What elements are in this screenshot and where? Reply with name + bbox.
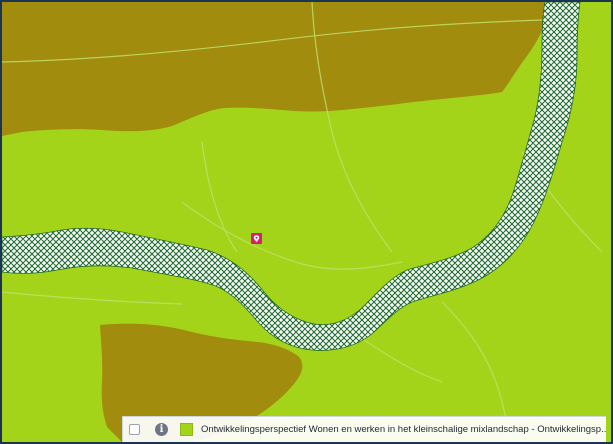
legend-label: Ontwikkelingsperspectief Wonen en werken… xyxy=(201,424,606,435)
legend-bar: i Ontwikkelingsperspectief Wonen en werk… xyxy=(122,416,606,442)
checkbox-icon[interactable] xyxy=(129,424,140,435)
location-pin-icon[interactable] xyxy=(251,233,262,244)
legend-color-swatch xyxy=(180,423,193,436)
map-canvas[interactable] xyxy=(2,2,613,444)
map-viewport[interactable]: i Ontwikkelingsperspectief Wonen en werk… xyxy=(0,0,613,444)
info-icon[interactable]: i xyxy=(155,423,168,436)
